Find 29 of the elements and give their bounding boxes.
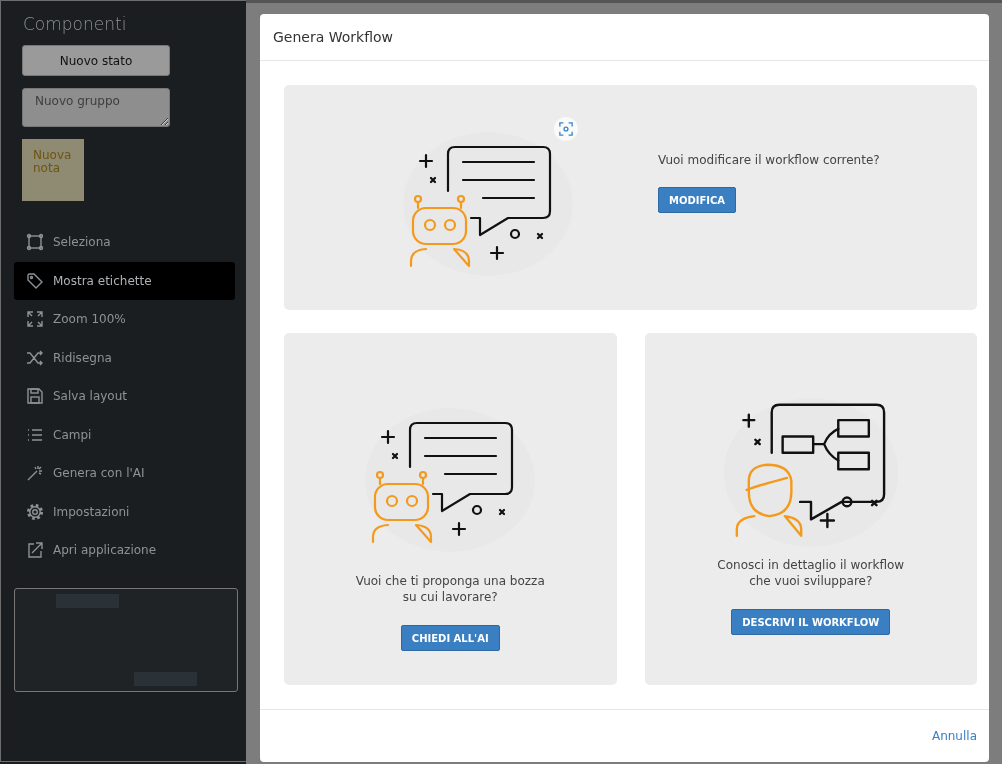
sidebar-item[interactable]: Salva layout [14,377,235,416]
modify-button[interactable]: MODIFICA [658,187,737,213]
magic-wand-icon [26,464,44,483]
sidebar-item[interactable]: Impostazioni [14,492,235,531]
scan-icon[interactable] [554,116,578,141]
sidebar-item[interactable]: Mostra etichette [14,261,235,300]
dialog-title: Genera Workflow [273,29,394,45]
describe-workflow-button[interactable]: DESCRIVI IL WORKFLOW [731,609,891,635]
sidebar-item[interactable]: Seleziona [14,223,235,262]
ask-ai-button[interactable]: CHIEDI ALL'AI [400,625,500,651]
expand-arrows-icon [26,310,44,329]
shuffle-icon [26,348,44,367]
external-link-icon [26,541,44,560]
new-state-button[interactable]: Nuovo stato [22,45,170,76]
minimap[interactable] [14,587,238,692]
cancel-link[interactable]: Annulla [931,729,977,743]
settings-icon [26,502,44,521]
new-group-field[interactable]: Nuovo gruppo [22,88,170,127]
sidebar-title: Componenti [23,14,128,34]
card-text: Conosci in dettaglio il workflow che vuoi sviluppare? [717,557,905,589]
tag-icon [26,271,44,290]
sidebar-item[interactable]: Campi [14,415,235,454]
card-text: Vuoi modificare il workflow corrente? [658,152,880,168]
sidebar-item[interactable]: Genera con l'AI [14,454,235,493]
card-text: Vuoi che ti proponga una bozza su cui lavorare? [355,573,545,605]
sidebar-item[interactable]: Zoom 100% [14,300,235,339]
selection-square-icon [26,233,44,252]
sidebar-item[interactable]: Apri applicazione [14,531,235,570]
sidebar-item[interactable]: Ridisegna [14,338,235,377]
